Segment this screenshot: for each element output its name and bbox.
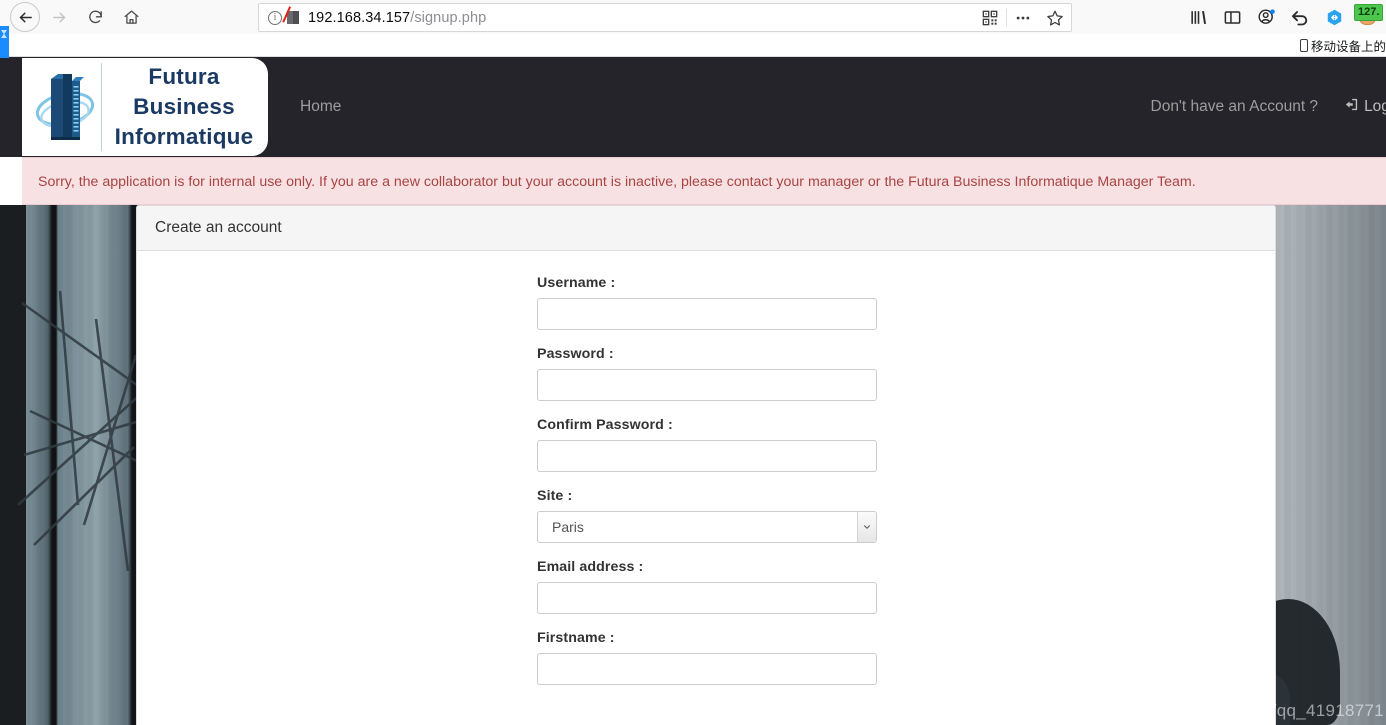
url-path: /signup.php (410, 9, 487, 26)
form-group-password: Password : (537, 346, 877, 401)
form-group-site: Site : Paris (537, 488, 877, 543)
nav-item-home-label: Home (300, 98, 342, 115)
qr-code-icon[interactable] (974, 4, 1006, 31)
browser-toolbar: i 192.168.34.157/signup.php 127. (0, 0, 1386, 34)
form-group-firstname: Firstname : (537, 630, 877, 685)
mobile-bookmark-label[interactable]: 移动设备上的 (1299, 36, 1386, 55)
confirm-password-label: Confirm Password : (537, 417, 673, 433)
site-identity[interactable]: i (259, 6, 305, 29)
brand-line-2: Informatique (114, 124, 254, 149)
info-circle-icon[interactable]: i (268, 10, 282, 25)
username-label: Username : (537, 275, 616, 291)
form-group-email: Email address : (537, 559, 877, 614)
home-icon[interactable] (114, 0, 148, 34)
firstname-label: Firstname : (537, 630, 615, 646)
back-arrow-icon[interactable] (10, 2, 40, 32)
email-input[interactable] (537, 582, 877, 614)
browser-extension-toolbar: 127. (1182, 2, 1384, 32)
signup-form: Username : Password : Confirm Password :… (537, 275, 877, 685)
alert-message: Sorry, the application is for internal u… (38, 174, 1196, 190)
form-group-username: Username : (537, 275, 877, 330)
login-link-label: Login (1364, 98, 1386, 115)
ellipsis-icon[interactable] (1007, 4, 1039, 31)
forward-arrow-icon[interactable] (42, 0, 76, 34)
sidebar-panel-icon[interactable] (1216, 2, 1248, 32)
password-input[interactable] (537, 369, 877, 401)
hero-section: Create an account Username : Password : … (0, 205, 1386, 725)
confirm-password-input[interactable] (537, 440, 877, 472)
library-icon[interactable] (1182, 2, 1214, 32)
navbar-right: Don't have an Account ? Login (1151, 57, 1386, 157)
url-host: 192.168.34.157 (308, 9, 411, 26)
brand-logo-text: Futura Business Informatique (102, 62, 268, 152)
email-label: Email address : (537, 559, 644, 575)
insecure-strikethrough-icon[interactable] (282, 6, 305, 29)
blue-hex-sync-icon[interactable] (1318, 2, 1350, 32)
mobile-bookmark-text: 移动设备上的 (1310, 40, 1386, 54)
brand-logo[interactable]: Futura Business Informatique (22, 58, 268, 156)
address-bar[interactable]: i 192.168.34.157/signup.php (258, 3, 1072, 32)
window-edge-accent (0, 26, 9, 58)
extension-badge-count: 127. (1354, 4, 1384, 21)
site-select-wrapper[interactable]: Paris (537, 511, 877, 543)
panel-title: Create an account (137, 206, 1275, 251)
create-account-panel: Create an account Username : Password : … (136, 205, 1276, 725)
sign-in-icon (1344, 97, 1359, 117)
navigation-buttons (10, 0, 148, 34)
brand-line-1: Futura Business (133, 64, 235, 119)
undo-arrow-icon[interactable] (1284, 2, 1316, 32)
account-avatar-icon[interactable] (1250, 2, 1282, 32)
site-select[interactable]: Paris (537, 511, 877, 543)
address-bar-actions (974, 4, 1071, 31)
no-account-label[interactable]: Don't have an Account ? (1151, 98, 1319, 116)
firstname-input[interactable] (537, 653, 877, 685)
login-link[interactable]: Login (1344, 97, 1386, 117)
form-group-confirm-password: Confirm Password : (537, 417, 877, 472)
site-navbar: Futura Business Informatique Home Don't … (0, 57, 1386, 157)
password-label: Password : (537, 346, 614, 362)
page-content: Futura Business Informatique Home Don't … (0, 57, 1386, 725)
reload-icon[interactable] (78, 0, 112, 34)
username-input[interactable] (537, 298, 877, 330)
coffee-extension-icon[interactable]: 127. (1352, 3, 1384, 31)
tower-swoosh-logo-icon (28, 63, 102, 151)
nav-item-home[interactable]: Home (300, 57, 341, 157)
alert-banner: Sorry, the application is for internal u… (22, 157, 1386, 205)
panel-body: Username : Password : Confirm Password :… (137, 251, 1275, 725)
chevron-down-icon[interactable] (857, 512, 876, 542)
site-label: Site : (537, 488, 573, 504)
url-text: 192.168.34.157/signup.php (308, 10, 486, 26)
star-outline-icon[interactable] (1039, 4, 1071, 31)
mobile-phone-icon (1299, 39, 1308, 52)
